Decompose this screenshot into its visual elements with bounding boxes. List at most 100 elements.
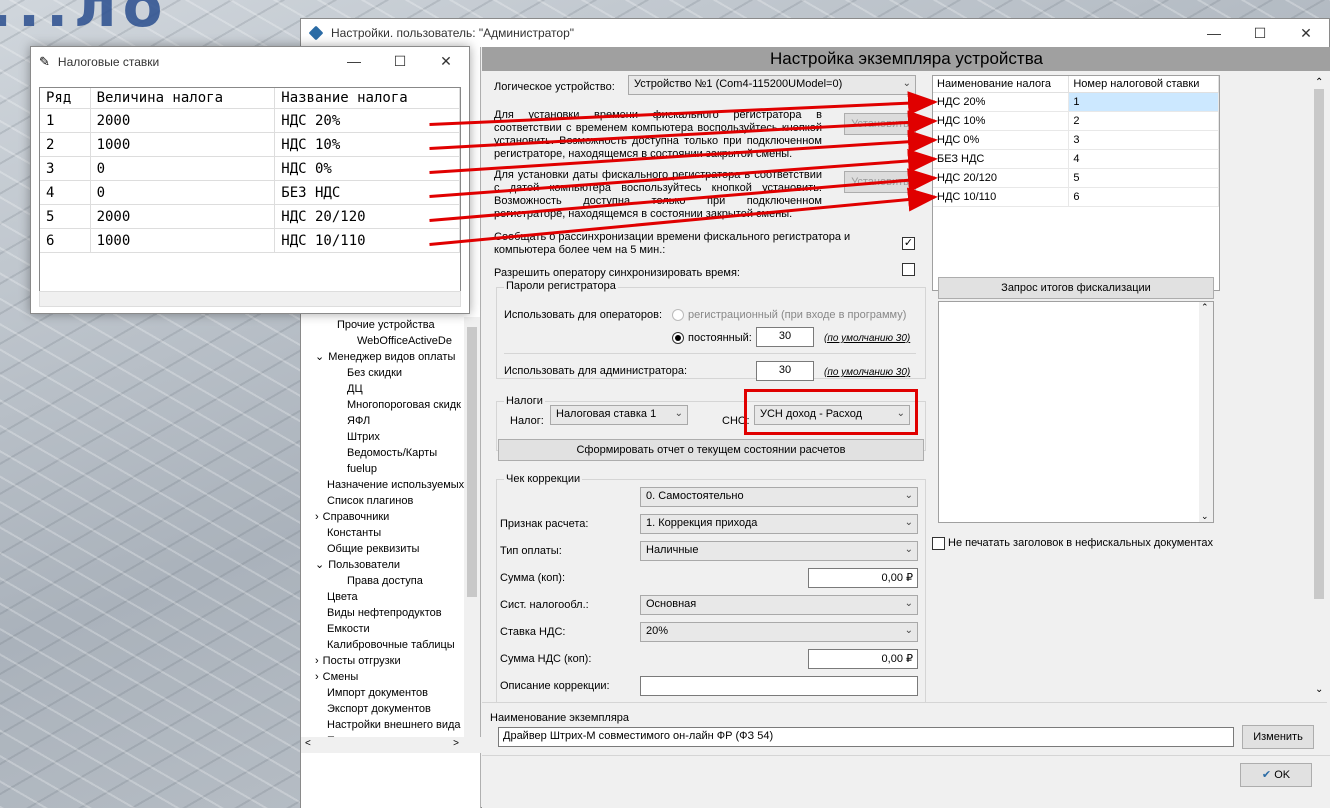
tax-grid-row[interactable]: НДС 0% 3 xyxy=(933,130,1219,150)
tax-rate-row-cell[interactable]: 2 xyxy=(40,132,91,157)
tax-rate-value-cell[interactable]: 2000 xyxy=(90,204,276,229)
no-header-checkbox[interactable] xyxy=(932,537,945,550)
close-icon[interactable]: ✕ xyxy=(423,47,469,75)
sum-input[interactable]: 0,00 ₽ xyxy=(808,568,918,588)
tax-rate-row[interactable]: 1 2000 НДС 20% xyxy=(40,108,460,133)
tax-rate-row-cell[interactable]: 3 xyxy=(40,156,91,181)
scroll-down-icon[interactable]: ⌄ xyxy=(1315,684,1323,695)
tree-item[interactable]: Емкости xyxy=(301,621,481,637)
tax-rate-row[interactable]: 3 0 НДС 0% xyxy=(40,156,460,181)
tree-item[interactable]: › Смены xyxy=(301,669,481,685)
calc-sign-select[interactable]: 1. Коррекция прихода ⌄ xyxy=(640,514,918,534)
tree-item[interactable]: Калибровочные таблицы xyxy=(301,637,481,653)
col-name[interactable]: Название налога xyxy=(274,88,460,109)
tax-grid-name-cell[interactable]: НДС 0% xyxy=(933,130,1070,150)
change-button[interactable]: Изменить xyxy=(1242,725,1314,749)
tax-rate-row[interactable]: 4 0 БЕЗ НДС xyxy=(40,180,460,205)
tax-grid-row[interactable]: НДС 20% 1 xyxy=(933,92,1219,112)
tax-select[interactable]: Налоговая ставка 1 ⌄ xyxy=(550,405,688,425)
tree-item[interactable]: Права доступа xyxy=(301,573,481,589)
tax-rate-value-cell[interactable]: 0 xyxy=(90,180,276,205)
tree-expander-icon[interactable]: ⌄ xyxy=(315,559,324,571)
scroll-left-icon[interactable]: < xyxy=(305,738,311,749)
tax-grid-name-cell[interactable]: НДС 10/110 xyxy=(933,187,1070,207)
tax-grid-num-cell[interactable]: 4 xyxy=(1068,149,1219,169)
tree-item[interactable]: › Посты отгрузки xyxy=(301,653,481,669)
tax-rate-value-cell[interactable]: 0 xyxy=(90,156,276,181)
tax-rate-name-cell[interactable]: НДС 10/110 xyxy=(274,228,460,253)
tax-grid-name-cell[interactable]: НДС 10% xyxy=(933,111,1070,131)
tree-item[interactable]: Без скидки xyxy=(301,365,481,381)
tax-grid-num-cell[interactable]: 5 xyxy=(1068,168,1219,188)
instance-name-input[interactable]: Драйвер Штрих-М совместимого он-лайн ФР … xyxy=(498,727,1234,747)
tree-item[interactable]: ⌄ Менеджер видов оплаты xyxy=(301,349,481,365)
tax-grid-header-name[interactable]: Наименование налога xyxy=(933,76,1070,93)
fiscal-results-box[interactable]: ⌃ ⌄ xyxy=(938,301,1214,523)
tax-rate-row[interactable]: 6 1000 НДС 10/110 xyxy=(40,228,460,253)
tree-item[interactable]: fuelup xyxy=(301,461,481,477)
tax-rate-row-cell[interactable]: 1 xyxy=(40,108,91,133)
tree-scroll-thumb[interactable] xyxy=(467,327,477,597)
tax-rate-name-cell[interactable]: БЕЗ НДС xyxy=(274,180,460,205)
tax-rate-value-cell[interactable]: 1000 xyxy=(90,132,276,157)
close-icon[interactable]: ✕ xyxy=(1283,19,1329,47)
tree-expander-icon[interactable]: › xyxy=(315,655,319,667)
tree-item[interactable]: Экспорт документов xyxy=(301,701,481,717)
tree-item[interactable]: Виды нефтепродуктов xyxy=(301,605,481,621)
tax-system-select[interactable]: Основная ⌄ xyxy=(640,595,918,615)
correction-type-select[interactable]: 0. Самостоятельно ⌄ xyxy=(640,487,918,507)
tax-grid-num-cell[interactable]: 1 xyxy=(1068,92,1219,112)
payment-type-select[interactable]: Наличные ⌄ xyxy=(640,541,918,561)
tax-rate-name-cell[interactable]: НДС 20% xyxy=(274,108,460,133)
tree-expander-icon[interactable]: › xyxy=(315,671,319,683)
logical-device-select[interactable]: Устройство №1 (Com4-115200UModel=0) ⌄ xyxy=(628,75,916,95)
tax-rate-name-cell[interactable]: НДС 10% xyxy=(274,132,460,157)
col-value[interactable]: Величина налога xyxy=(90,88,276,109)
tax-grid-num-cell[interactable]: 3 xyxy=(1068,130,1219,150)
set-date-button[interactable]: Установить xyxy=(844,171,916,193)
tax-rate-row[interactable]: 5 2000 НДС 20/120 xyxy=(40,204,460,229)
tax-rate-name-cell[interactable]: НДС 20/120 xyxy=(274,204,460,229)
correction-desc-input[interactable] xyxy=(640,676,918,696)
ok-button[interactable]: ✔ OK xyxy=(1240,763,1312,787)
tree-item[interactable]: Общие реквизиты xyxy=(301,541,481,557)
tree-item[interactable]: Ведомость/Карты xyxy=(301,445,481,461)
fiscal-request-button[interactable]: Запрос итогов фискализации xyxy=(938,277,1214,299)
tax-rate-value-cell[interactable]: 1000 xyxy=(90,228,276,253)
tree-item[interactable]: › Справочники xyxy=(301,509,481,525)
tree-item[interactable]: ⌄ Пользователи xyxy=(301,557,481,573)
scroll-up-icon[interactable]: ⌃ xyxy=(1315,77,1323,88)
tree-item[interactable]: WebOfficeActiveDe xyxy=(301,333,481,349)
report-button[interactable]: Сформировать отчет о текущем состоянии р… xyxy=(498,439,924,461)
admin-password-input[interactable]: 30 xyxy=(756,361,814,381)
tree-expander-icon[interactable]: ⌄ xyxy=(315,351,324,363)
maximize-icon[interactable]: ☐ xyxy=(1237,19,1283,47)
scroll-up-icon[interactable]: ⌃ xyxy=(1201,302,1209,313)
tree-item[interactable]: Назначение используемых xyxy=(301,477,481,493)
tax-rate-name-cell[interactable]: НДС 0% xyxy=(274,156,460,181)
tax-grid-name-cell[interactable]: БЕЗ НДС xyxy=(933,149,1070,169)
col-row[interactable]: Ряд xyxy=(40,88,91,109)
tax-grid-num-cell[interactable]: 2 xyxy=(1068,111,1219,131)
tax-rate-row-cell[interactable]: 5 xyxy=(40,204,91,229)
results-scrollbar[interactable]: ⌃ ⌄ xyxy=(1199,302,1213,522)
tree-item[interactable]: Константы xyxy=(301,525,481,541)
tax-grid-row[interactable]: БЕЗ НДС 4 xyxy=(933,149,1219,169)
tax-rate-row[interactable]: 2 1000 НДС 10% xyxy=(40,132,460,157)
panel-scrollbar[interactable]: ⌃ ⌄ xyxy=(1311,75,1327,697)
tree-scrollbar[interactable] xyxy=(464,317,480,737)
allow-sync-checkbox[interactable] xyxy=(902,263,915,276)
tree-item[interactable]: ДЦ xyxy=(301,381,481,397)
tree-expander-icon[interactable]: › xyxy=(315,511,319,523)
tax-grid-row[interactable]: НДС 10% 2 xyxy=(933,111,1219,131)
tree-item[interactable]: Импорт документов xyxy=(301,685,481,701)
tree-item[interactable]: Многопороговая скидк xyxy=(301,397,481,413)
registration-radio[interactable] xyxy=(672,309,684,321)
scroll-down-icon[interactable]: ⌄ xyxy=(1201,511,1209,522)
tax-grid-row[interactable]: НДС 10/110 6 xyxy=(933,187,1219,207)
tree-item[interactable]: Список плагинов xyxy=(301,493,481,509)
vat-sum-input[interactable]: 0,00 ₽ xyxy=(808,649,918,669)
minimize-icon[interactable]: — xyxy=(331,47,377,75)
tree-item[interactable]: Прочие устройства xyxy=(301,317,481,333)
maximize-icon[interactable]: ☐ xyxy=(377,47,423,75)
